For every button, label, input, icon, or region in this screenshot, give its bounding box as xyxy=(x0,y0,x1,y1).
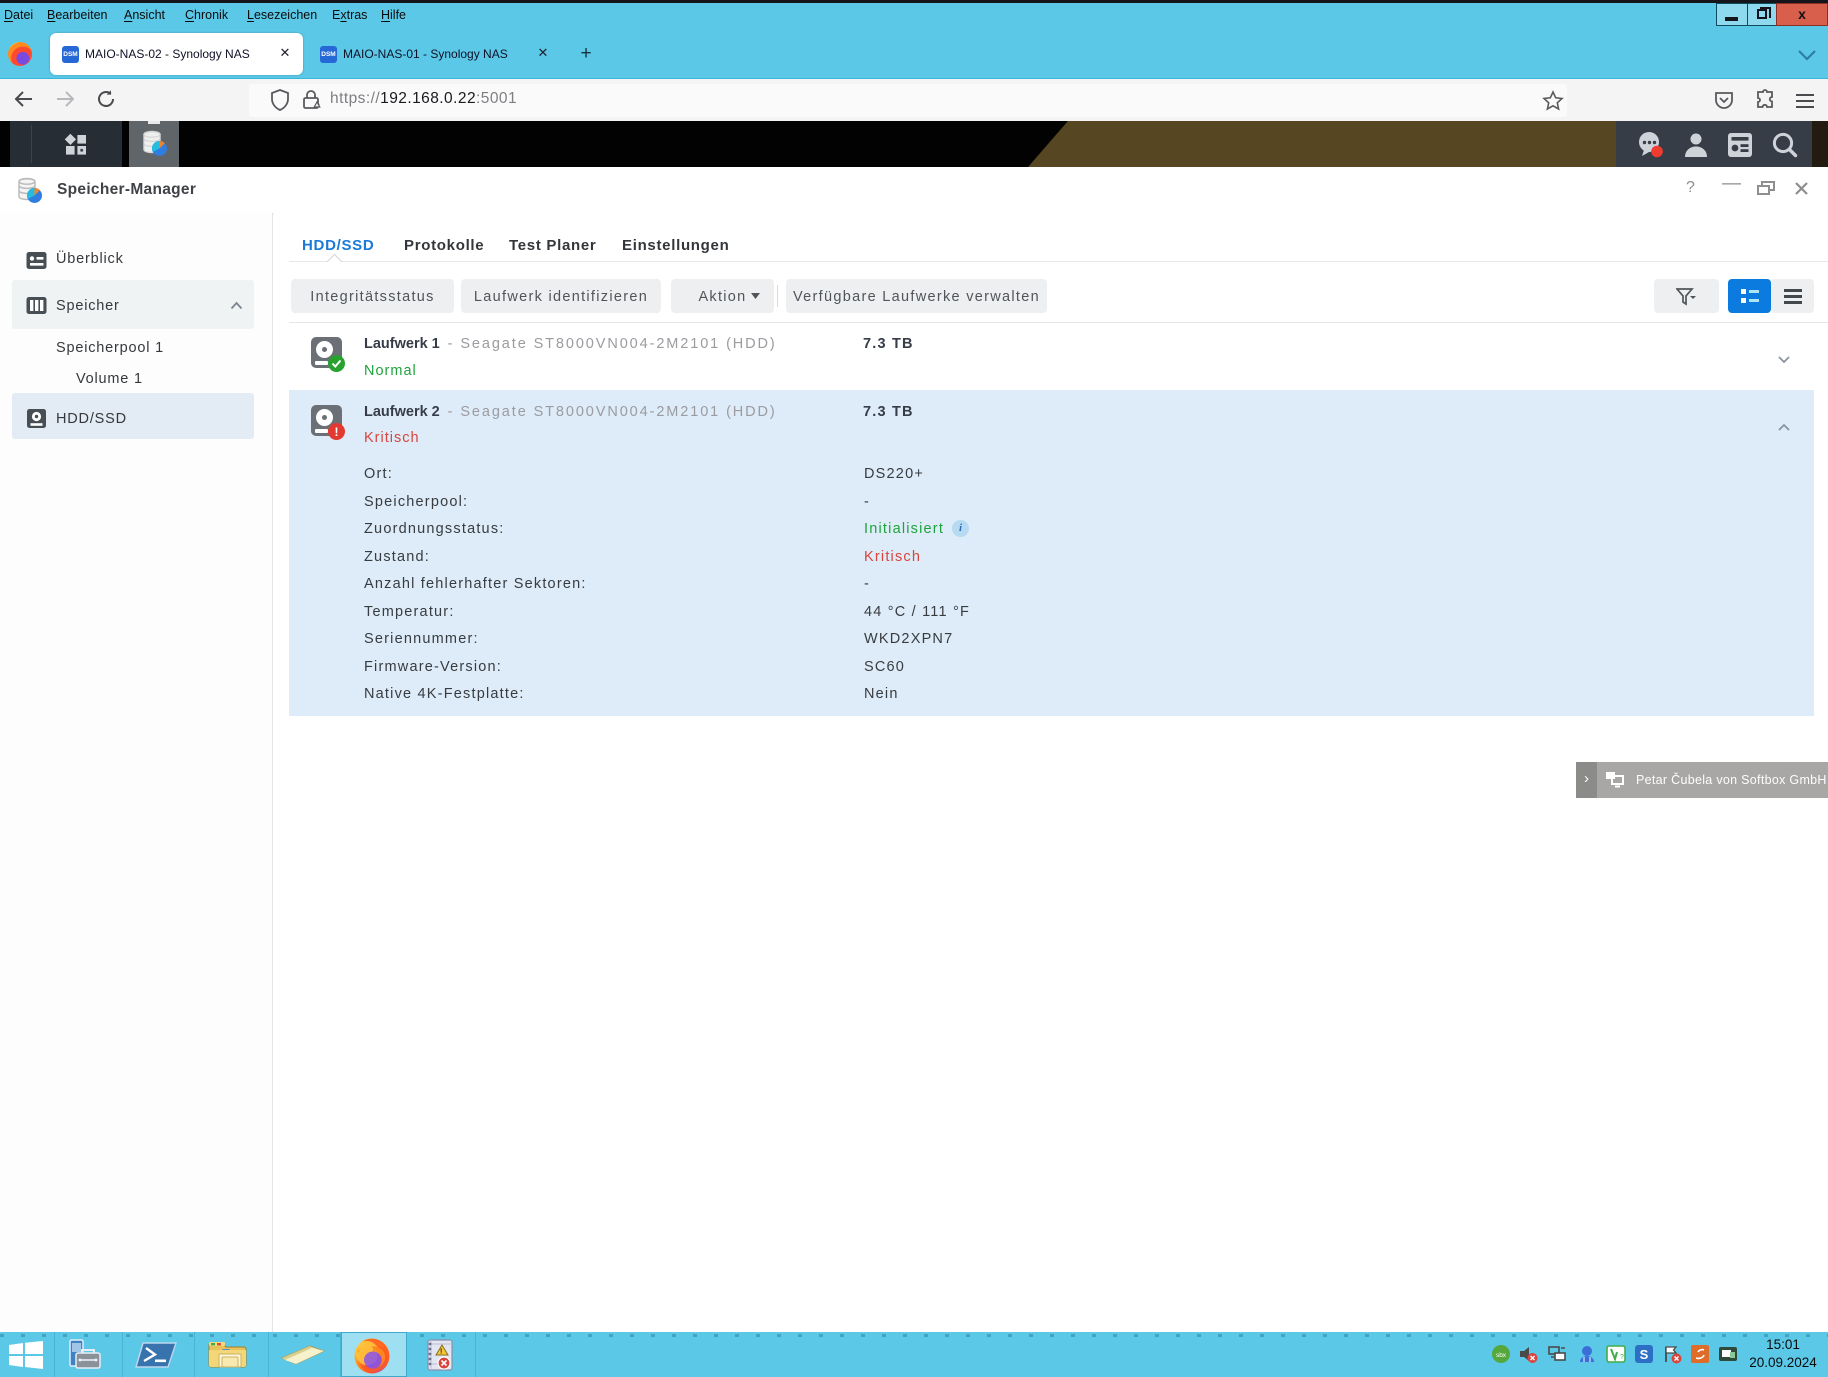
svg-text:sbx: sbx xyxy=(1496,1352,1507,1359)
svg-text:?: ? xyxy=(1620,1354,1624,1361)
svg-text:S: S xyxy=(1640,1347,1649,1362)
svg-text:!: ! xyxy=(440,1349,442,1356)
